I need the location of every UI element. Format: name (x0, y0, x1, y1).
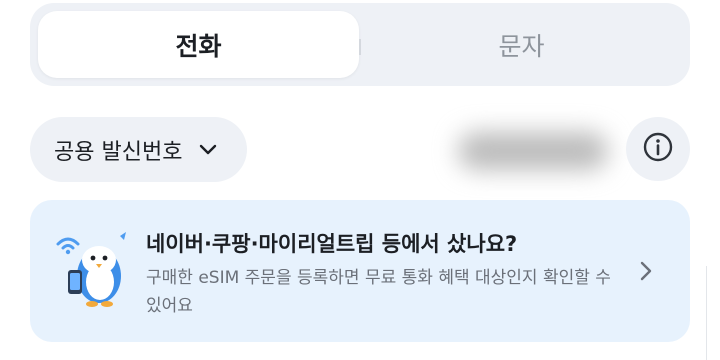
tab-sms-label: 문자 (498, 31, 545, 61)
tab-call-label: 전화 (175, 31, 222, 61)
chevron-down-icon (198, 140, 218, 160)
caller-id-label: 공용 발신번호 (54, 139, 183, 165)
edge-divider (706, 266, 707, 360)
penguin-phone-illustration (54, 228, 134, 308)
banner-description: 구매한 eSIM 주문을 등록하면 무료 통화 혜택 대상인지 확인할 수 있어… (146, 268, 611, 316)
tab-sms[interactable]: 문자 (361, 11, 682, 78)
banner-title: 네이버·쿠팡·마이리얼트립 등에서 샀나요? (146, 232, 518, 256)
info-icon (642, 131, 674, 167)
caller-id-dropdown[interactable]: 공용 발신번호 (30, 117, 247, 182)
chevron-right-icon (634, 258, 658, 284)
info-button[interactable] (626, 117, 690, 181)
caller-number-redacted (440, 112, 620, 188)
tab-call[interactable]: 전화 (38, 11, 359, 78)
esim-register-banner[interactable]: 네이버·쿠팡·마이리얼트립 등에서 샀나요? 구매한 eSIM 주문을 등록하면… (30, 200, 690, 342)
call-sms-segment: 전화 문자 (30, 3, 690, 86)
